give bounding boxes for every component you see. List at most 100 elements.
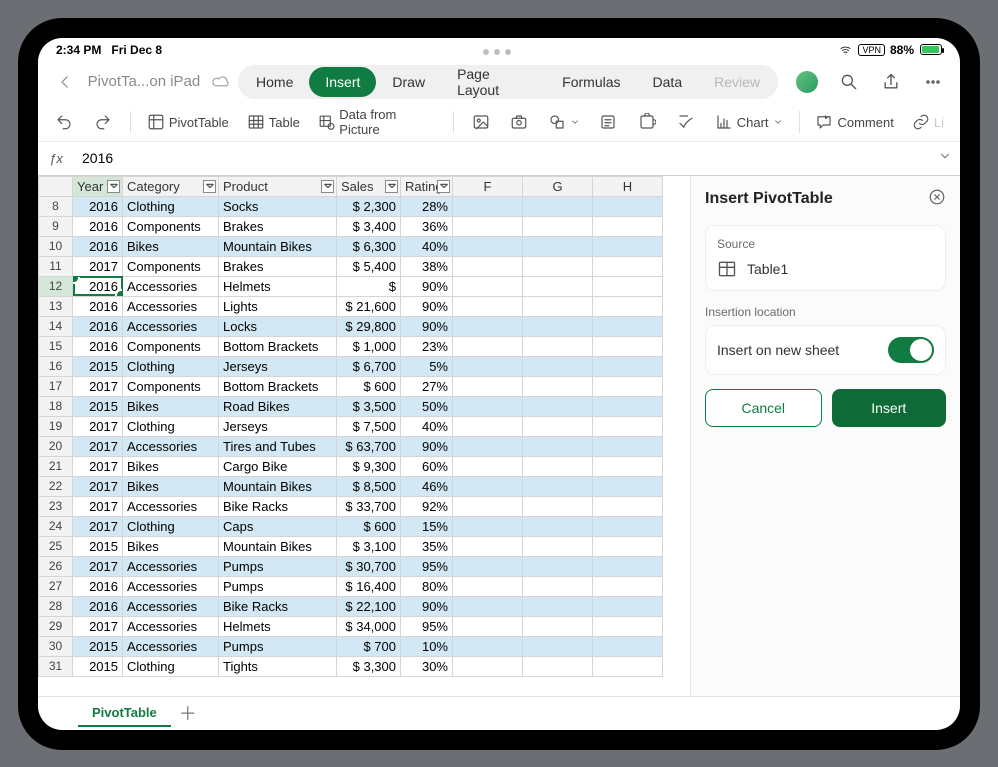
cell[interactable]: Bikes — [123, 456, 219, 476]
textbox-button[interactable] — [592, 105, 625, 139]
cell[interactable] — [523, 656, 593, 676]
cell[interactable]: 90% — [401, 316, 453, 336]
row-header[interactable]: 10 — [39, 236, 73, 256]
cell[interactable] — [593, 336, 663, 356]
cell[interactable] — [453, 516, 523, 536]
cell[interactable]: 2017 — [73, 436, 123, 456]
row-header[interactable]: 22 — [39, 476, 73, 496]
cell[interactable]: 15% — [401, 516, 453, 536]
cell[interactable]: $ 22,100 — [337, 596, 401, 616]
cell[interactable]: 60% — [401, 456, 453, 476]
col-header-f[interactable]: F — [453, 176, 523, 196]
cell[interactable]: Bike Racks — [219, 596, 337, 616]
cell[interactable] — [523, 516, 593, 536]
undo-button[interactable] — [48, 105, 81, 139]
panel-close-button[interactable] — [928, 188, 946, 211]
cell[interactable]: Clothing — [123, 356, 219, 376]
row-header[interactable]: 16 — [39, 356, 73, 376]
cell[interactable]: Caps — [219, 516, 337, 536]
new-sheet-toggle[interactable] — [888, 337, 934, 363]
cell[interactable]: $ 600 — [337, 376, 401, 396]
cell[interactable]: Accessories — [123, 316, 219, 336]
cell[interactable]: $ 29,800 — [337, 316, 401, 336]
cell[interactable] — [593, 576, 663, 596]
row-header[interactable]: 13 — [39, 296, 73, 316]
ribbon-tab-review[interactable]: Review — [698, 67, 776, 97]
cell[interactable] — [523, 596, 593, 616]
cell[interactable]: Jerseys — [219, 356, 337, 376]
cell[interactable] — [523, 316, 593, 336]
cancel-button[interactable]: Cancel — [705, 389, 822, 427]
cell[interactable] — [593, 356, 663, 376]
search-button[interactable] — [832, 65, 866, 99]
cell[interactable] — [523, 636, 593, 656]
cell[interactable]: Socks — [219, 196, 337, 216]
cell[interactable]: Accessories — [123, 556, 219, 576]
cell[interactable] — [523, 256, 593, 276]
cell[interactable] — [593, 216, 663, 236]
cell[interactable] — [453, 576, 523, 596]
row-header[interactable]: 30 — [39, 636, 73, 656]
cell[interactable] — [523, 376, 593, 396]
cell[interactable] — [453, 636, 523, 656]
cell[interactable] — [593, 316, 663, 336]
cell[interactable] — [453, 316, 523, 336]
insert-button[interactable]: Insert — [832, 389, 947, 427]
cell[interactable]: 30% — [401, 656, 453, 676]
cell[interactable] — [523, 196, 593, 216]
select-all-corner[interactable] — [39, 176, 73, 196]
col-header-g[interactable]: G — [523, 176, 593, 196]
cell[interactable]: Helmets — [219, 276, 337, 296]
cell[interactable]: $ 8,500 — [337, 476, 401, 496]
cell[interactable] — [523, 336, 593, 356]
cell[interactable]: $ 1,000 — [337, 336, 401, 356]
spreadsheet-grid[interactable]: YearCategoryProductSalesRatingFGH82016Cl… — [38, 176, 690, 696]
cell[interactable] — [453, 276, 523, 296]
cell[interactable]: Lights — [219, 296, 337, 316]
cell[interactable]: Accessories — [123, 496, 219, 516]
cell[interactable]: 90% — [401, 276, 453, 296]
cell[interactable]: 2017 — [73, 256, 123, 276]
cell[interactable]: $ 600 — [337, 516, 401, 536]
cell[interactable] — [523, 476, 593, 496]
row-header[interactable]: 9 — [39, 216, 73, 236]
cell[interactable]: $ 63,700 — [337, 436, 401, 456]
shapes-button[interactable] — [542, 113, 586, 131]
pictures-button[interactable] — [464, 105, 497, 139]
cell[interactable]: 2017 — [73, 516, 123, 536]
cell[interactable]: 40% — [401, 236, 453, 256]
row-header[interactable]: 12 — [39, 276, 73, 296]
add-sheet-button[interactable]: ＋ — [171, 699, 205, 727]
cell[interactable]: 2017 — [73, 556, 123, 576]
cell[interactable] — [593, 256, 663, 276]
cell[interactable]: 2015 — [73, 396, 123, 416]
cell[interactable]: Cargo Bike — [219, 456, 337, 476]
cell[interactable]: $ 33,700 — [337, 496, 401, 516]
cell[interactable]: Accessories — [123, 636, 219, 656]
cell[interactable]: $ 7,500 — [337, 416, 401, 436]
ribbon-tab-formulas[interactable]: Formulas — [546, 67, 636, 97]
cell[interactable] — [523, 536, 593, 556]
cell[interactable]: 50% — [401, 396, 453, 416]
cell[interactable]: 2016 — [73, 576, 123, 596]
row-header[interactable]: 29 — [39, 616, 73, 636]
formula-expand-button[interactable] — [930, 149, 960, 168]
cell[interactable]: Tires and Tubes — [219, 436, 337, 456]
cell[interactable] — [523, 296, 593, 316]
ribbon-tab-page-layout[interactable]: Page Layout — [441, 67, 546, 97]
cell[interactable]: 2016 — [73, 296, 123, 316]
cell[interactable]: Pumps — [219, 556, 337, 576]
cell[interactable]: $ 2,300 — [337, 196, 401, 216]
ribbon-tab-home[interactable]: Home — [240, 67, 309, 97]
cell[interactable] — [453, 196, 523, 216]
cell[interactable] — [593, 636, 663, 656]
cell[interactable]: 2016 — [73, 236, 123, 256]
cell[interactable] — [453, 456, 523, 476]
cell[interactable]: 2016 — [73, 336, 123, 356]
cell[interactable]: 90% — [401, 596, 453, 616]
cell[interactable]: 2016 — [73, 216, 123, 236]
cell[interactable]: 40% — [401, 416, 453, 436]
cell[interactable] — [523, 236, 593, 256]
cell[interactable]: 95% — [401, 556, 453, 576]
cell[interactable]: 2017 — [73, 476, 123, 496]
